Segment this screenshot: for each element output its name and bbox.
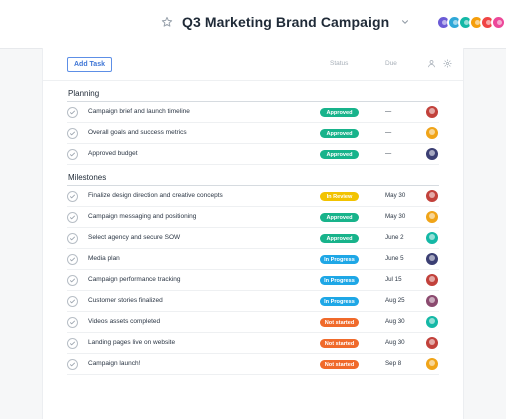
- task-row[interactable]: Campaign launch! Not started Sep 8: [67, 354, 439, 375]
- assignee-avatar[interactable]: [426, 316, 438, 328]
- chevron-down-icon[interactable]: [399, 16, 411, 28]
- status-badge[interactable]: Approved: [320, 234, 359, 243]
- assignee-avatar[interactable]: [426, 127, 438, 139]
- task-name[interactable]: Finalize design direction and creative c…: [88, 192, 223, 199]
- complete-checkbox[interactable]: [67, 233, 78, 244]
- complete-checkbox[interactable]: [67, 359, 78, 370]
- assignee-avatar[interactable]: [426, 274, 438, 286]
- section-planning: Planning Campaign brief and launch timel…: [67, 86, 439, 165]
- status-badge[interactable]: In Progress: [320, 255, 359, 264]
- task-name[interactable]: Campaign brief and launch timeline: [88, 108, 190, 115]
- status-badge[interactable]: Approved: [320, 150, 359, 159]
- complete-checkbox[interactable]: [67, 317, 78, 328]
- assignee-avatar[interactable]: [426, 358, 438, 370]
- due-date[interactable]: Jul 15: [385, 276, 402, 283]
- status-badge[interactable]: In Review: [320, 192, 359, 201]
- title-wrap: Q3 Marketing Brand Campaign: [160, 14, 411, 30]
- task-row[interactable]: Customer stories finalized In Progress Aug…: [67, 291, 439, 312]
- status-badge[interactable]: Not started: [320, 318, 359, 327]
- due-date[interactable]: June 5: [385, 255, 404, 262]
- due-date[interactable]: —: [385, 150, 391, 157]
- task-row[interactable]: Videos assets completed Not started Aug 30: [67, 312, 439, 333]
- complete-checkbox[interactable]: [67, 275, 78, 286]
- complete-checkbox[interactable]: [67, 149, 78, 160]
- task-list-panel: Add Task Status Due Planning Campaign br…: [42, 48, 464, 419]
- complete-checkbox[interactable]: [67, 191, 78, 202]
- complete-checkbox[interactable]: [67, 107, 78, 118]
- assignee-avatar[interactable]: [426, 211, 438, 223]
- due-date[interactable]: June 2: [385, 234, 404, 241]
- assignee-avatar[interactable]: [426, 190, 438, 202]
- task-name[interactable]: Approved budget: [88, 150, 138, 157]
- due-date[interactable]: Aug 25: [385, 297, 405, 304]
- assignee-avatar[interactable]: [426, 106, 438, 118]
- assignee-avatar[interactable]: [426, 337, 438, 349]
- due-column-header: Due: [385, 60, 397, 67]
- page-title: Q3 Marketing Brand Campaign: [182, 14, 390, 30]
- due-date[interactable]: Aug 30: [385, 318, 405, 325]
- task-name[interactable]: Videos assets completed: [88, 318, 160, 325]
- complete-checkbox[interactable]: [67, 212, 78, 223]
- person-icon[interactable]: [427, 59, 436, 68]
- assignee-avatar[interactable]: [426, 295, 438, 307]
- status-badge[interactable]: Not started: [320, 360, 359, 369]
- task-list-toolbar: Add Task Status Due: [43, 48, 463, 81]
- assignee-avatar[interactable]: [426, 148, 438, 160]
- section-title: Milestones: [67, 170, 439, 186]
- task-row[interactable]: Campaign performance tracking In Progress…: [67, 270, 439, 291]
- task-name[interactable]: Customer stories finalized: [88, 297, 163, 304]
- member-avatar[interactable]: [491, 15, 506, 30]
- gear-icon[interactable]: [443, 59, 452, 68]
- task-name[interactable]: Campaign performance tracking: [88, 276, 181, 283]
- complete-checkbox[interactable]: [67, 296, 78, 307]
- complete-checkbox[interactable]: [67, 338, 78, 349]
- task-name[interactable]: Media plan: [88, 255, 120, 262]
- section-title: Planning: [67, 86, 439, 102]
- task-row[interactable]: Approved budget Approved —: [67, 144, 439, 165]
- status-badge[interactable]: Approved: [320, 108, 359, 117]
- complete-checkbox[interactable]: [67, 254, 78, 265]
- status-badge[interactable]: Approved: [320, 213, 359, 222]
- task-name[interactable]: Landing pages live on website: [88, 339, 175, 346]
- task-row[interactable]: Overall goals and success metrics Approve…: [67, 123, 439, 144]
- task-name[interactable]: Overall goals and success metrics: [88, 129, 187, 136]
- due-date[interactable]: Sep 8: [385, 360, 401, 367]
- member-avatars[interactable]: [436, 15, 506, 30]
- task-row[interactable]: Select agency and secure SOW Approved June…: [67, 228, 439, 249]
- status-column-header: Status: [330, 60, 349, 67]
- project-header: Q3 Marketing Brand Campaign: [0, 0, 506, 49]
- assignee-avatar[interactable]: [426, 253, 438, 265]
- task-name[interactable]: Select agency and secure SOW: [88, 234, 180, 241]
- task-name[interactable]: Campaign messaging and positioning: [88, 213, 196, 220]
- section-milestones: Milestones Finalize design direction and…: [67, 170, 439, 375]
- star-icon[interactable]: [160, 15, 174, 29]
- due-date[interactable]: May 30: [385, 213, 405, 220]
- task-row[interactable]: Campaign messaging and positioning Approv…: [67, 207, 439, 228]
- task-row[interactable]: Media plan In Progress June 5: [67, 249, 439, 270]
- due-date[interactable]: —: [385, 108, 391, 115]
- status-badge[interactable]: Not started: [320, 339, 359, 348]
- complete-checkbox[interactable]: [67, 128, 78, 139]
- due-date[interactable]: Aug 30: [385, 339, 405, 346]
- task-row[interactable]: Landing pages live on website Not started…: [67, 333, 439, 354]
- add-task-button[interactable]: Add Task: [67, 57, 112, 72]
- assignee-avatar[interactable]: [426, 232, 438, 244]
- status-badge[interactable]: In Progress: [320, 297, 359, 306]
- task-name[interactable]: Campaign launch!: [88, 360, 140, 367]
- due-date[interactable]: —: [385, 129, 391, 136]
- due-date[interactable]: May 30: [385, 192, 405, 199]
- task-row[interactable]: Campaign brief and launch timeline Approv…: [67, 102, 439, 123]
- status-badge[interactable]: In Progress: [320, 276, 359, 285]
- task-row[interactable]: Finalize design direction and creative c…: [67, 186, 439, 207]
- status-badge[interactable]: Approved: [320, 129, 359, 138]
